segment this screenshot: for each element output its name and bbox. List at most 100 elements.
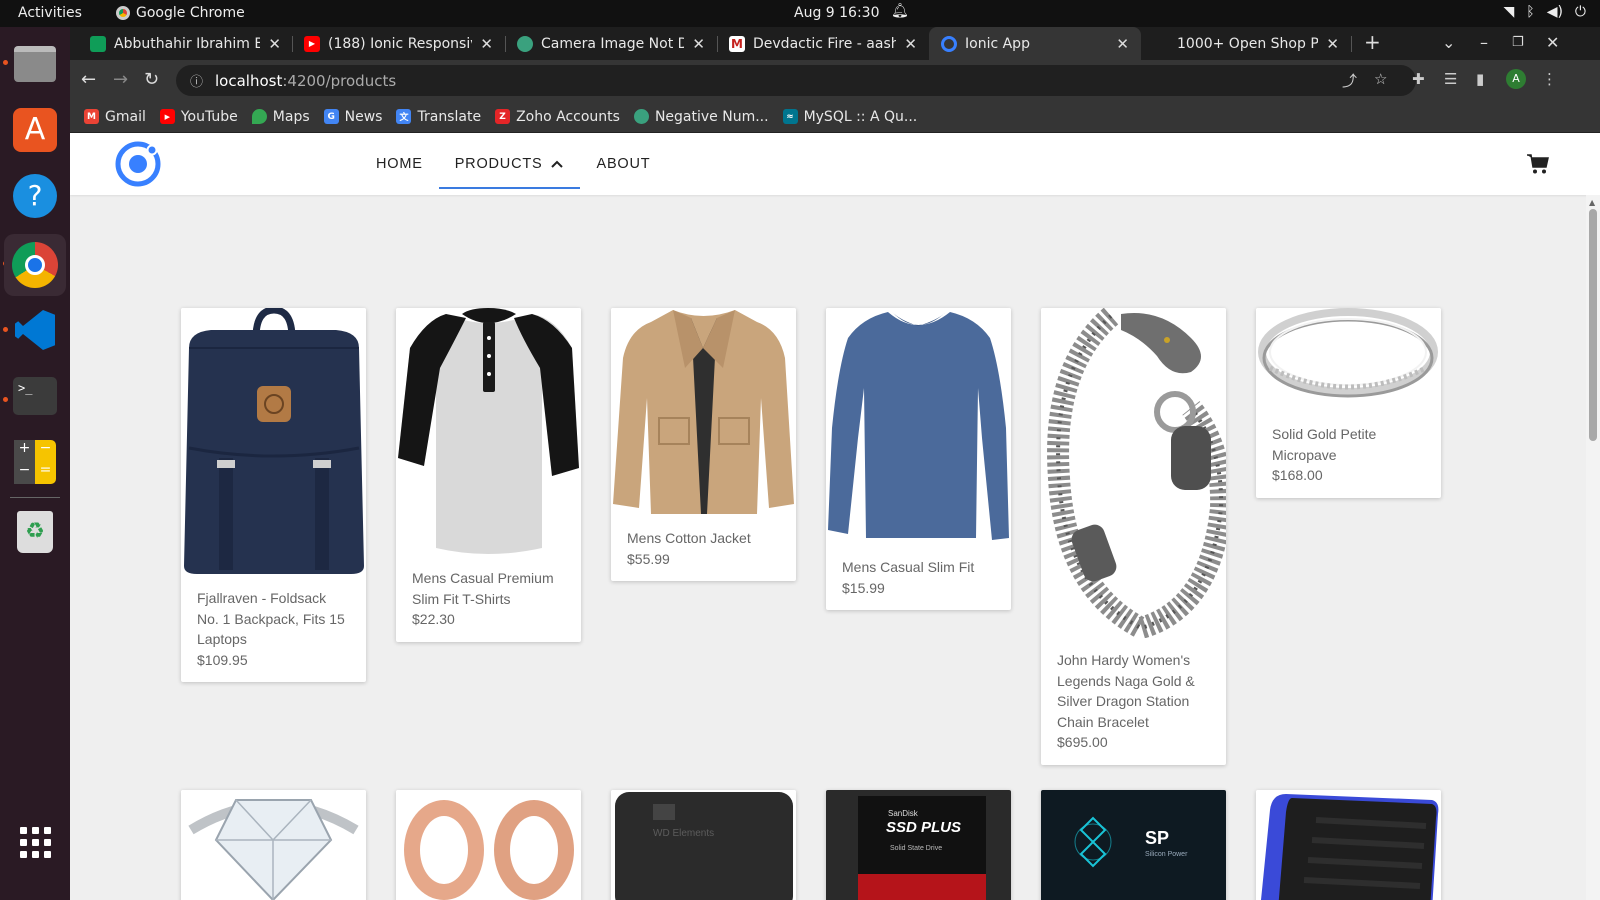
- product-card[interactable]: Mens Casual Premium Slim Fit T-Shirts $2…: [396, 308, 581, 642]
- product-card[interactable]: Mens Cotton Jacket $55.99: [611, 308, 796, 581]
- close-window-icon[interactable]: ✕: [1546, 33, 1559, 52]
- chrome-dock-icon[interactable]: [4, 234, 66, 296]
- nav-home[interactable]: HOME: [360, 139, 439, 189]
- product-card[interactable]: [1256, 790, 1441, 900]
- clock[interactable]: Aug 9 16:30: [794, 5, 880, 21]
- nav-products[interactable]: PRODUCTS: [438, 139, 581, 189]
- maximize-icon[interactable]: ❐: [1512, 35, 1524, 50]
- tab-ionic-app[interactable]: Ionic App ✕: [929, 27, 1141, 60]
- sp-brand: SP: [1145, 828, 1169, 848]
- product-title: John Hardy Women's Legends Naga Gold & S…: [1057, 652, 1195, 730]
- side-panel-icon[interactable]: ▮: [1476, 70, 1484, 88]
- bookmark-zoho[interactable]: Z Zoho Accounts: [495, 109, 620, 125]
- close-tab-icon[interactable]: ✕: [692, 35, 705, 53]
- bookmark-gmail[interactable]: M Gmail: [84, 109, 146, 125]
- forward-icon[interactable]: →: [113, 69, 128, 90]
- tab-title: Devdactic Fire - aashik: [753, 35, 897, 52]
- terminal-icon[interactable]: >_: [10, 371, 60, 421]
- profile-avatar[interactable]: A: [1506, 69, 1526, 89]
- product-card[interactable]: WD Elements: [611, 790, 796, 900]
- share-icon[interactable]: ⤴: [1342, 70, 1357, 91]
- product-image-bracelet: [1041, 308, 1226, 638]
- close-tab-icon[interactable]: ✕: [904, 35, 917, 53]
- nav-home-label: HOME: [376, 156, 423, 172]
- close-tab-icon[interactable]: ✕: [480, 35, 493, 53]
- nav-about[interactable]: ABOUT: [580, 139, 666, 189]
- dock-separator: [10, 497, 60, 498]
- chat-favicon-icon: [90, 35, 106, 52]
- bookmark-youtube[interactable]: ▶ YouTube: [159, 109, 238, 125]
- back-icon[interactable]: ←: [81, 69, 96, 90]
- close-tab-icon[interactable]: ✕: [1116, 35, 1129, 53]
- help-icon[interactable]: ?: [10, 171, 60, 221]
- bookmark-mysql[interactable]: ≈ MySQL :: A Qu...: [782, 109, 917, 125]
- product-card[interactable]: Solid Gold Petite Micropave $168.00: [1256, 308, 1441, 498]
- bookmark-translate[interactable]: 文 Translate: [396, 109, 481, 125]
- chrome-icon: [116, 6, 130, 20]
- product-card[interactable]: [181, 790, 366, 900]
- bookmark-maps[interactable]: Maps: [251, 109, 310, 125]
- chatgpt-icon: [633, 109, 649, 124]
- power-icon: ⏻: [1574, 4, 1586, 20]
- url-host: localhost: [215, 71, 283, 90]
- calculator-icon[interactable]: + − − =: [10, 437, 60, 487]
- product-info: Mens Casual Premium Slim Fit T-Shirts $2…: [396, 556, 581, 642]
- tab-abbuthahir[interactable]: Abbuthahir Ibrahim Ba ✕: [78, 27, 293, 60]
- product-card[interactable]: Mens Casual Slim Fit $15.99: [826, 308, 1011, 610]
- tab-search-chevron-icon[interactable]: ⌄: [1442, 33, 1455, 52]
- product-image-diamond-ring: [181, 790, 366, 900]
- activities-button[interactable]: Activities: [18, 5, 82, 21]
- volume-icon: ◀︎): [1546, 4, 1563, 20]
- cart-icon[interactable]: [1526, 153, 1550, 175]
- bookmark-news[interactable]: G News: [323, 109, 382, 125]
- product-card[interactable]: John Hardy Women's Legends Naga Gold & S…: [1041, 308, 1226, 765]
- files-app-icon[interactable]: [10, 39, 60, 89]
- address-bar[interactable]: ⓘ localhost:4200/products: [176, 65, 1416, 96]
- reading-list-icon[interactable]: ☰: [1444, 70, 1457, 88]
- tab-ionic-responsive[interactable]: ▶ (188) Ionic Responsive ✕: [292, 27, 505, 60]
- nav-about-label: ABOUT: [596, 156, 651, 172]
- close-tab-icon[interactable]: ✕: [268, 35, 281, 53]
- product-image-ssd-plus: SanDisk SSD PLUS Solid State Drive: [826, 790, 1011, 900]
- product-card[interactable]: [396, 790, 581, 900]
- site-info-icon[interactable]: ⓘ: [190, 71, 203, 90]
- product-image-gaming-drive: [1256, 790, 1441, 900]
- reload-icon[interactable]: ↻: [144, 69, 159, 90]
- bookmark-label: Gmail: [105, 108, 146, 125]
- product-card[interactable]: SP Silicon Power: [1041, 790, 1226, 900]
- trash-icon[interactable]: ♻: [10, 507, 60, 557]
- product-image-jacket: [611, 308, 796, 516]
- bookmark-negative-numbers[interactable]: Negative Num...: [633, 109, 769, 125]
- ionic-logo-icon[interactable]: [113, 139, 163, 189]
- tab-camera-image[interactable]: Camera Image Not Dis ✕: [505, 27, 717, 60]
- mysql-icon: ≈: [782, 109, 798, 124]
- close-tab-icon[interactable]: ✕: [1326, 35, 1339, 53]
- chevron-up-icon: [551, 160, 564, 168]
- bookmarks-bar: M Gmail ▶ YouTube Maps G News 文 Translate ZZ…: [70, 101, 1600, 133]
- product-title: Fjallraven - Foldsack No. 1 Backpack, Fi…: [197, 590, 345, 647]
- tab-separator: [1351, 36, 1352, 52]
- scrollbar-thumb[interactable]: [1589, 209, 1597, 441]
- software-center-icon[interactable]: A: [10, 105, 60, 155]
- tab-devdactic-fire[interactable]: M Devdactic Fire - aashik ✕: [717, 27, 929, 60]
- product-card[interactable]: Fjallraven - Foldsack No. 1 Backpack, Fi…: [181, 308, 366, 682]
- system-tray[interactable]: ◥ ᛒ ◀︎) ⏻: [1504, 4, 1587, 20]
- new-tab-icon[interactable]: +: [1364, 30, 1381, 54]
- vscode-icon[interactable]: [10, 305, 60, 355]
- extensions-puzzle-icon[interactable]: ✚: [1412, 70, 1425, 88]
- running-indicator: [3, 397, 8, 402]
- product-card[interactable]: SanDisk SSD PLUS Solid State Drive: [826, 790, 1011, 900]
- chrome-menu-icon[interactable]: ⋮: [1542, 70, 1557, 88]
- tab-open-shop-pictures[interactable]: 1000+ Open Shop Pictu ✕: [1141, 27, 1351, 60]
- page-scrollbar[interactable]: ▲: [1586, 195, 1600, 900]
- blank-favicon-icon: [1153, 35, 1169, 52]
- minimize-icon[interactable]: –: [1480, 33, 1488, 52]
- toolbar: ← → ↻ ⓘ localhost:4200/products ⤴ ☆ ✚ ☰ …: [70, 60, 1600, 101]
- product-title: Mens Casual Premium Slim Fit T-Shirts: [412, 570, 554, 607]
- scroll-up-arrow-icon[interactable]: ▲: [1589, 198, 1595, 207]
- bookmark-star-icon[interactable]: ☆: [1374, 70, 1387, 88]
- show-apps-grid-icon[interactable]: [10, 817, 60, 867]
- running-indicator: [3, 60, 8, 65]
- app-menu[interactable]: Google Chrome: [116, 5, 245, 21]
- nav-products-label: PRODUCTS: [454, 156, 543, 172]
